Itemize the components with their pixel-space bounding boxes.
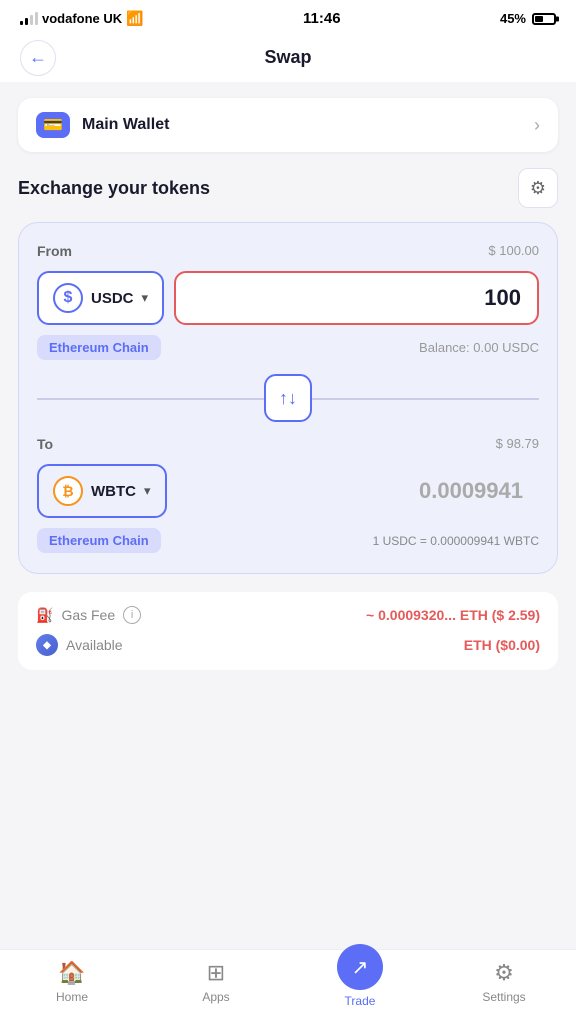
from-chain-balance-row: Ethereum Chain Balance: 0.00 USDC [37, 335, 539, 360]
bottom-nav: 🏠 Home ⊞ Apps ↗ Trade ⚙ Settings [0, 949, 576, 1024]
carrier-label: vodafone UK [42, 11, 122, 26]
swap-direction-button[interactable]: ↑↓ [264, 374, 312, 422]
from-token-row: $ USDC ▾ 100 [37, 271, 539, 325]
to-section-header: To $ 98.79 [37, 436, 539, 454]
gas-section: ⛽ Gas Fee i ~ 0.0009320... ETH ($ 2.59) … [18, 592, 558, 670]
swap-divider: ↑↓ [37, 374, 539, 422]
to-token-selector[interactable]: ₿ WBTC ▾ [37, 464, 167, 518]
usdc-icon: $ [53, 283, 83, 313]
status-bar: vodafone UK 📶 11:46 45% [0, 0, 576, 33]
nav-apps[interactable]: ⊞ Apps [144, 960, 288, 1008]
filter-button[interactable]: ⚙ [518, 168, 558, 208]
back-button[interactable]: ← [20, 40, 56, 76]
nav-settings[interactable]: ⚙ Settings [432, 960, 576, 1008]
exchange-header: Exchange your tokens ⚙ [0, 168, 576, 208]
from-label: From [37, 243, 72, 259]
from-amount-input[interactable]: 100 [174, 271, 539, 325]
available-row: ◆ Available ETH ($0.00) [36, 634, 540, 656]
exchange-rate: 1 USDC = 0.000009941 WBTC [373, 534, 539, 548]
gas-fee-left: ⛽ Gas Fee i [36, 606, 141, 624]
exchange-title: Exchange your tokens [18, 178, 210, 199]
from-chain-badge: Ethereum Chain [37, 335, 161, 360]
apps-icon: ⊞ [207, 960, 225, 986]
trade-icon: ↗ [337, 944, 383, 990]
available-label: Available [66, 637, 123, 653]
gas-fee-label: Gas Fee [61, 607, 115, 623]
settings-icon: ⚙ [494, 960, 514, 986]
wallet-left: 💳 Main Wallet [36, 112, 169, 138]
signal-icon [20, 12, 38, 25]
from-token-name: USDC [91, 290, 134, 307]
available-amount: ETH ($0.00) [464, 637, 540, 653]
gas-fee-amount: ~ 0.0009320... ETH ($ 2.59) [366, 607, 540, 623]
status-right: 45% [500, 11, 556, 26]
gas-fee-row: ⛽ Gas Fee i ~ 0.0009320... ETH ($ 2.59) [36, 606, 540, 624]
wifi-icon: 📶 [126, 10, 143, 27]
from-amount: $ 100.00 [488, 243, 539, 258]
to-token-name: WBTC [91, 483, 136, 500]
wallet-chevron-icon: › [534, 115, 540, 136]
from-section-header: From $ 100.00 [37, 243, 539, 261]
available-left: ◆ Available [36, 634, 123, 656]
nav-trade-label: Trade [345, 994, 376, 1008]
filter-icon: ⚙ [530, 178, 546, 199]
nav-apps-label: Apps [202, 990, 229, 1004]
to-token-row: ₿ WBTC ▾ 0.0009941 [37, 464, 539, 518]
to-token-chevron-icon: ▾ [144, 483, 151, 499]
wallet-name: Main Wallet [82, 116, 169, 134]
nav-home[interactable]: 🏠 Home [0, 960, 144, 1008]
gas-info-button[interactable]: i [123, 606, 141, 624]
status-left: vodafone UK 📶 [20, 10, 144, 27]
nav-trade[interactable]: ↗ Trade [288, 960, 432, 1008]
nav-home-label: Home [56, 990, 88, 1004]
to-chain-rate-row: Ethereum Chain 1 USDC = 0.000009941 WBTC [37, 528, 539, 553]
swap-arrows-icon: ↑↓ [279, 388, 297, 409]
to-label: To [37, 436, 53, 452]
to-chain-badge: Ethereum Chain [37, 528, 161, 553]
nav-settings-label: Settings [482, 990, 525, 1004]
eth-icon: ◆ [36, 634, 58, 656]
home-icon: 🏠 [58, 960, 85, 986]
from-token-chevron-icon: ▾ [142, 290, 149, 306]
battery-icon [532, 13, 556, 25]
to-amount: $ 98.79 [496, 436, 539, 451]
battery-percent: 45% [500, 11, 526, 26]
from-token-selector[interactable]: $ USDC ▾ [37, 271, 164, 325]
page-header: ← Swap [0, 33, 576, 82]
status-time: 11:46 [303, 10, 341, 27]
swap-card: From $ 100.00 $ USDC ▾ 100 Ethereum Chai… [18, 222, 558, 574]
info-icon: i [131, 609, 133, 621]
wallet-icon: 💳 [36, 112, 70, 138]
wallet-row[interactable]: 💳 Main Wallet › [18, 98, 558, 152]
wbtc-icon: ₿ [53, 476, 83, 506]
page-title: Swap [264, 47, 311, 68]
to-amount-display: 0.0009941 [177, 466, 539, 516]
from-balance: Balance: 0.00 USDC [419, 340, 539, 355]
gas-pump-icon: ⛽ [36, 607, 53, 624]
